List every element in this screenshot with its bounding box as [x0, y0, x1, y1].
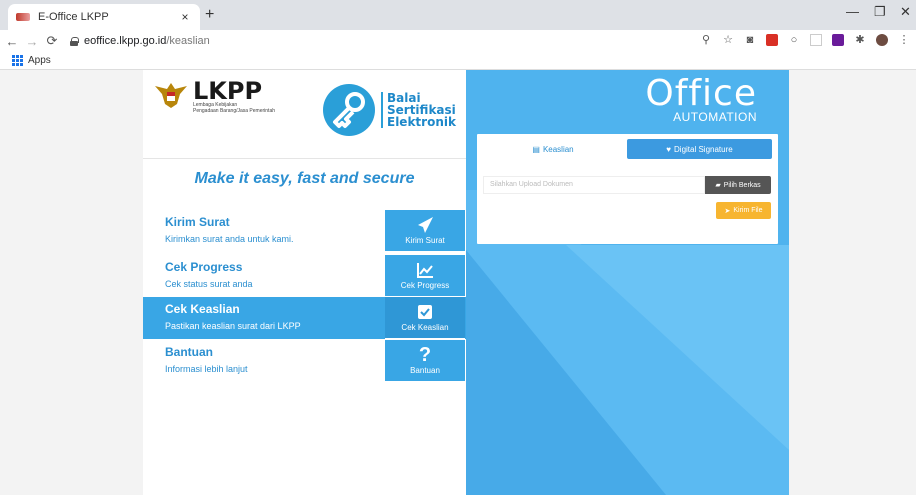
header-divider [143, 158, 466, 159]
tab-digital-signature[interactable]: ♥ Digital Signature [627, 139, 772, 159]
star-icon[interactable]: ☆ [722, 34, 734, 46]
key-icon [323, 84, 375, 136]
tab-title: E-Office LKPP [38, 11, 109, 23]
window-close-button[interactable]: ✕ [900, 4, 911, 20]
pilih-berkas-button[interactable]: ▰ Pilih Berkas [705, 176, 771, 194]
cek-keaslian-button[interactable]: Cek Keaslian [385, 297, 465, 339]
lkpp-logo: LKPP Lembaga Kebijakan Pengadaan Barang/… [153, 77, 276, 114]
menu-title: Cek Keaslian [165, 302, 240, 316]
url-path: /keaslian [166, 35, 210, 47]
back-icon[interactable]: ← [4, 34, 20, 49]
garuda-emblem-icon [155, 83, 187, 108]
lkpp-sub2: Pengadaan Barang/Jasa Pemerintah [193, 108, 276, 114]
verification-card: ▤ Keaslian ♥ Digital Signature Silahkan … [477, 134, 778, 244]
minimize-button[interactable]: — [846, 4, 859, 19]
new-tab-button[interactable]: + [205, 6, 214, 24]
document-icon: ▤ [532, 144, 540, 154]
menu-desc: Cek status surat anda [165, 279, 253, 289]
lock-icon [70, 36, 79, 46]
menu-desc: Kirimkan surat anda untuk kami. [165, 234, 294, 244]
office-automation-logo: Office AUTOMATION [645, 73, 757, 125]
certificate-icon: ♥ [666, 144, 672, 154]
browser-tabstrip: E-Office LKPP × + — ❐ ✕ [0, 0, 916, 30]
reload-icon[interactable]: ⟳ [44, 33, 60, 49]
kirim-surat-button[interactable]: Kirim Surat [385, 210, 465, 252]
menu-item-bantuan[interactable]: Bantuan Informasi lebih lanjut ? Bantuan [143, 340, 466, 382]
left-panel: LKPP Lembaga Kebijakan Pengadaan Barang/… [143, 70, 466, 495]
right-panel: Office AUTOMATION ▤ Keaslian ♥ Digital S… [466, 70, 789, 495]
extension-icons: ⚲ ☆ ◙ ○ ✱ ⋮ [700, 34, 910, 46]
bse-line3: Elektronik [387, 115, 456, 129]
favicon-icon [16, 13, 30, 21]
menu-item-kirim-surat[interactable]: Kirim Surat Kirimkan surat anda untuk ka… [143, 210, 466, 252]
bse-logo: Balai Sertifikasi Elektronik [323, 84, 456, 136]
menu-title: Cek Progress [165, 260, 243, 274]
extension-square-icon[interactable] [810, 34, 822, 46]
menu-item-cek-keaslian[interactable]: Cek Keaslian Pastikan keaslian surat dar… [143, 297, 466, 339]
question-icon: ? [418, 344, 432, 366]
puzzle-icon[interactable]: ✱ [854, 34, 866, 46]
maximize-button[interactable]: ❐ [874, 4, 886, 20]
lkpp-brand: LKPP [193, 77, 263, 105]
menu-title: Kirim Surat [165, 215, 230, 229]
tab-digital-label: Digital Signature [674, 144, 733, 154]
address-bar[interactable]: eoffice.lkpp.go.id/keaslian [70, 35, 210, 47]
avatar[interactable] [876, 34, 888, 46]
calendar-icon[interactable] [832, 34, 844, 46]
upload-input[interactable]: Silahkan Upload Dokumen [483, 176, 705, 194]
menu-item-cek-progress[interactable]: Cek Progress Cek status surat anda Cek P… [143, 255, 466, 297]
zoom-icon[interactable]: ⚲ [700, 34, 712, 46]
paper-plane-icon [418, 217, 433, 233]
folder-icon: ▰ [715, 182, 721, 189]
tab-keaslian-label: Keaslian [542, 144, 574, 154]
apps-grid-icon [12, 55, 23, 66]
checkbox-icon [418, 305, 432, 319]
menu-button-label: Cek Progress [400, 281, 450, 290]
bookmark-apps[interactable]: Apps [28, 55, 51, 66]
menu-desc: Informasi lebih lanjut [165, 364, 248, 374]
cek-progress-button[interactable]: Cek Progress [385, 255, 465, 297]
kirim-file-button[interactable]: ➤ Kirim File [716, 202, 771, 219]
tab-close-icon[interactable]: × [178, 10, 192, 24]
kirim-file-label: Kirim File [733, 207, 763, 214]
tab-keaslian[interactable]: ▤ Keaslian [483, 139, 623, 159]
url-host: eoffice.lkpp.go.id [84, 35, 167, 47]
camera-icon[interactable]: ◙ [744, 34, 756, 46]
menu-desc: Pastikan keaslian surat dari LKPP [165, 321, 301, 331]
menu-title: Bantuan [165, 345, 213, 359]
tagline: Make it easy, fast and secure [194, 170, 415, 187]
menu-dots-icon[interactable]: ⋮ [898, 34, 910, 46]
forward-icon[interactable]: → [24, 34, 40, 49]
chart-icon [417, 263, 433, 278]
send-icon: ➤ [724, 207, 731, 215]
menu-button-label: Kirim Surat [405, 236, 445, 245]
bookmarks-bar: Apps [0, 52, 916, 70]
menu-button-label: Bantuan [410, 366, 440, 375]
pilih-berkas-label: Pilih Berkas [723, 181, 761, 189]
bantuan-button[interactable]: ? Bantuan [385, 340, 465, 382]
extension-red-icon[interactable] [766, 34, 778, 46]
browser-tab[interactable]: E-Office LKPP × [8, 4, 200, 30]
page: LKPP Lembaga Kebijakan Pengadaan Barang/… [0, 70, 916, 495]
menu-button-label: Cek Keaslian [401, 323, 449, 332]
circle-icon[interactable]: ○ [788, 34, 800, 46]
office-title: Office [645, 73, 757, 114]
